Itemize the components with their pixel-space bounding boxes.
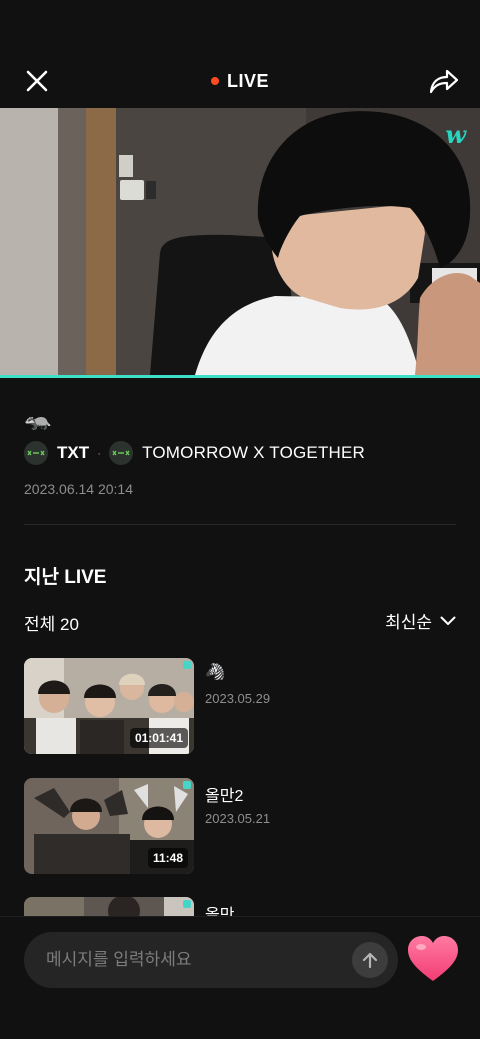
live-date: 2023.06.14 20:14 bbox=[24, 481, 133, 497]
community-avatar[interactable] bbox=[109, 441, 134, 465]
weverse-logo: w bbox=[445, 120, 466, 149]
live-label: LIVE bbox=[226, 71, 269, 91]
live-dot bbox=[210, 77, 219, 85]
top-bar: LIVE bbox=[0, 0, 480, 108]
separator: · bbox=[97, 446, 102, 460]
heart-button[interactable] bbox=[406, 934, 460, 984]
message-input[interactable] bbox=[24, 932, 398, 988]
share-button[interactable] bbox=[426, 64, 460, 98]
video-player[interactable]: w bbox=[0, 108, 480, 375]
new-marker bbox=[183, 781, 191, 789]
heart-icon bbox=[408, 936, 458, 981]
arrow-up-icon bbox=[362, 952, 378, 969]
share-icon bbox=[429, 69, 459, 94]
past-live-thumbnail: 11:48 bbox=[24, 778, 194, 874]
past-live-date: 2023.05.21 bbox=[205, 811, 271, 826]
past-live-title: 🦓 bbox=[205, 664, 225, 681]
artist-row: TXT · TOMORROW X TOGETHER bbox=[24, 440, 365, 466]
sort-dropdown[interactable]: 최신순 bbox=[385, 608, 456, 633]
duration-badge: 11:48 bbox=[147, 848, 188, 868]
chevron-down-icon bbox=[440, 616, 456, 625]
duration-badge: 01:01:41 bbox=[129, 728, 188, 748]
txt-logo-icon bbox=[112, 450, 130, 456]
past-live-thumbnail: 01:01:41 bbox=[24, 658, 194, 754]
send-button[interactable] bbox=[352, 942, 388, 978]
past-live-title: 올만2 bbox=[205, 788, 244, 805]
artist-full-name[interactable]: TOMORROW X TOGETHER bbox=[142, 443, 365, 463]
live-title: 🦡 bbox=[24, 406, 52, 431]
video-progress-bar[interactable] bbox=[0, 375, 480, 378]
past-live-heading: 지난 LIVE bbox=[24, 567, 107, 588]
txt-logo-icon bbox=[27, 450, 45, 456]
sort-label: 최신순 bbox=[385, 613, 432, 632]
past-live-item[interactable]: 11:48 올만2 2023.05.21 bbox=[24, 778, 456, 874]
artist-short-name[interactable]: TXT bbox=[57, 443, 89, 463]
new-marker bbox=[183, 661, 191, 669]
new-marker bbox=[183, 900, 191, 908]
live-status: LIVE bbox=[0, 71, 480, 92]
past-live-date: 2023.05.29 bbox=[205, 691, 271, 706]
divider bbox=[24, 524, 456, 525]
past-live-count: 전체 20 bbox=[24, 615, 79, 634]
video-frame bbox=[0, 108, 480, 375]
past-live-item[interactable]: 01:01:41 🦓 2023.05.29 bbox=[24, 658, 456, 754]
artist-avatar[interactable] bbox=[24, 441, 48, 465]
